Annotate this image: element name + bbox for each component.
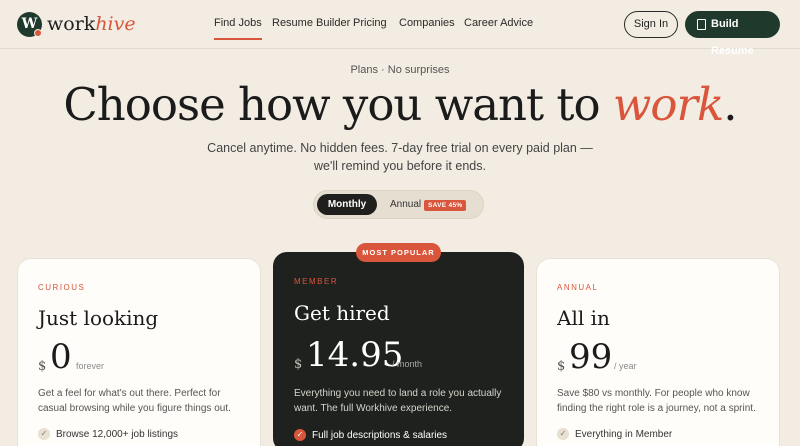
- nav-companies[interactable]: Companies: [399, 17, 455, 29]
- plan-feature: ✓ Everything in Member: [557, 428, 673, 440]
- nav-resume-builder[interactable]: Resume Builder: [272, 17, 350, 29]
- price-period: forever: [76, 361, 105, 371]
- build-resume-label: Build Resume: [711, 18, 754, 57]
- headline-period: .: [723, 78, 737, 131]
- check-icon: ✓: [294, 429, 306, 441]
- plan-feature: ✓ Full job descriptions & salaries: [294, 429, 448, 441]
- logo-text-work: work: [47, 13, 96, 35]
- headline-text: Choose how you want to: [63, 78, 613, 131]
- price-currency: $: [557, 359, 566, 374]
- plan-description: Get a feel for what's out there. Perfect…: [38, 388, 231, 414]
- logo-dot-icon: [34, 29, 42, 37]
- nav-find-jobs[interactable]: Find Jobs: [214, 17, 262, 40]
- price-amount: 14.95: [306, 335, 404, 375]
- plan-title: All in: [557, 306, 610, 330]
- billing-toggle: Monthly Annual SAVE 45%: [313, 190, 484, 219]
- plan-tier: CURIOUS: [38, 283, 86, 292]
- hero-subtitle: Cancel anytime. No hidden fees. 7-day fr…: [207, 141, 593, 173]
- sign-in-button[interactable]: Sign In: [624, 11, 678, 38]
- feature-label: Full job descriptions & salaries: [312, 430, 448, 441]
- price-period: / month: [392, 359, 423, 369]
- check-icon: ✓: [557, 428, 569, 440]
- plan-title: Get hired: [294, 301, 390, 325]
- price-currency: $: [38, 359, 47, 374]
- top-nav: W workhive Find Jobs Resume Builder Pric…: [0, 0, 800, 57]
- plan-feature: ✓ Browse 12,000+ job listings: [38, 428, 179, 440]
- feature-label: Browse 12,000+ job listings: [56, 429, 179, 440]
- plan-title: Just looking: [38, 306, 159, 330]
- feature-label: Everything in Member: [575, 429, 673, 440]
- price-currency: $: [294, 357, 303, 372]
- check-icon: ✓: [38, 428, 50, 440]
- logo-wordmark[interactable]: workhive: [47, 13, 136, 35]
- nav-pricing[interactable]: Pricing: [353, 17, 387, 29]
- price-amount: 0: [50, 337, 72, 377]
- price-period: / year: [614, 361, 637, 371]
- plan-card-curious: CURIOUS Just looking $ 0 forever Get a f…: [17, 258, 261, 446]
- plan-tier: ANNUAL: [557, 283, 599, 292]
- price-amount: 99: [569, 337, 613, 377]
- document-icon: [697, 19, 706, 30]
- plan-tier: MEMBER: [294, 277, 339, 286]
- toggle-monthly[interactable]: Monthly: [317, 194, 377, 215]
- headline-accent: work: [612, 78, 724, 131]
- plan-card-member: MEMBER Get hired $ 14.95 / month Everyth…: [273, 252, 524, 446]
- logo-text-hive: hive: [95, 13, 136, 35]
- nav-career-advice[interactable]: Career Advice: [464, 17, 533, 29]
- save-badge: SAVE 45%: [424, 200, 467, 211]
- build-resume-button[interactable]: Build Resume: [685, 11, 780, 57]
- most-popular-badge: MOST POPULAR: [356, 243, 441, 262]
- plan-description: Save $80 vs monthly. For people who know…: [557, 388, 756, 414]
- toggle-annual[interactable]: Annual: [390, 199, 421, 210]
- plan-card-annual: ANNUAL All in $ 99 / year Save $80 vs mo…: [536, 258, 780, 446]
- hero-eyebrow: Plans · No surprises: [350, 64, 450, 76]
- plan-description: Everything you need to land a role you a…: [294, 388, 502, 414]
- page-title: Choose how you want to work.: [0, 78, 800, 131]
